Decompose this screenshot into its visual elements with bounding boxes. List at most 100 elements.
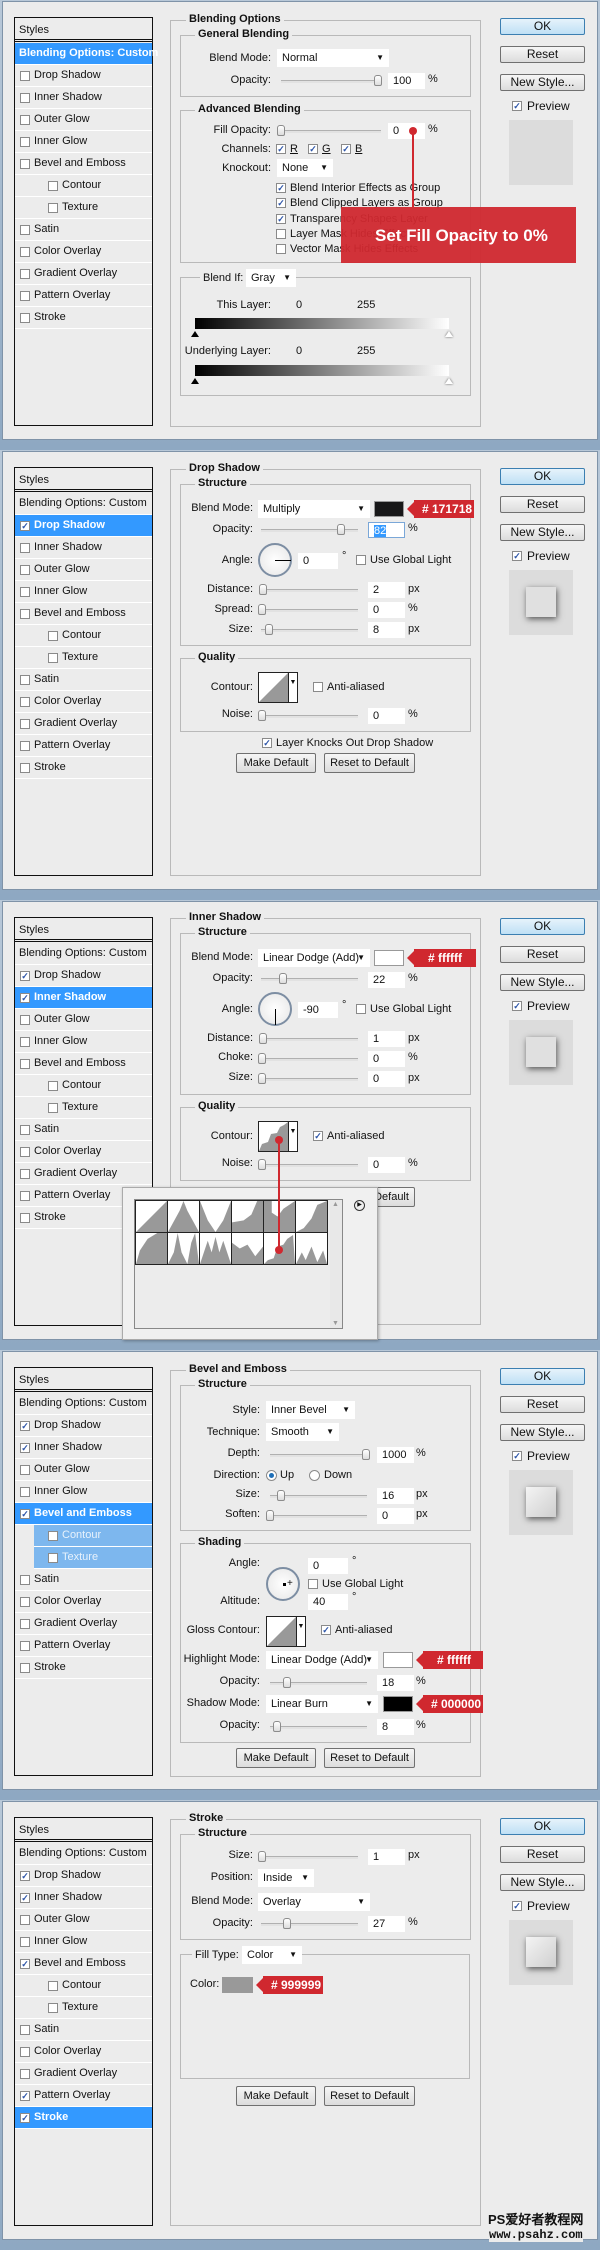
style-checkbox[interactable] — [48, 203, 58, 213]
style-checkbox[interactable] — [20, 1641, 30, 1651]
style-item-contour[interactable]: Contour — [15, 175, 152, 197]
choke-slider-thumb[interactable] — [258, 1053, 266, 1064]
ok-button[interactable]: OK — [500, 918, 585, 935]
style-checkbox[interactable] — [48, 1081, 58, 1091]
opacity-input[interactable]: 22 — [368, 972, 405, 988]
style-item-blending-options-custom[interactable]: Blending Options: Custom — [15, 1393, 152, 1415]
style-item-texture[interactable]: Texture — [15, 1097, 152, 1119]
shadow-color-swatch[interactable] — [374, 950, 404, 966]
style-checkbox[interactable] — [20, 1015, 30, 1025]
noise-slider[interactable] — [261, 715, 358, 718]
highlight-mode-select[interactable]: Linear Dodge (Add) ▼ — [266, 1651, 378, 1669]
style-item-inner-glow[interactable]: Inner Glow — [15, 1481, 152, 1503]
ok-button[interactable]: OK — [500, 468, 585, 485]
use-global-light-checkbox[interactable] — [356, 555, 366, 565]
style-item-satin[interactable]: Satin — [15, 2019, 152, 2041]
new-style-button[interactable]: New Style... — [500, 524, 585, 541]
style-item-outer-glow[interactable]: Outer Glow — [15, 109, 152, 131]
style-checkbox[interactable] — [20, 291, 30, 301]
style-select[interactable]: Inner Bevel ▼ — [266, 1401, 355, 1419]
angle-input[interactable]: 0 — [298, 553, 338, 569]
style-item-outer-glow[interactable]: Outer Glow — [15, 1009, 152, 1031]
presets-scrollbar[interactable]: ▲ ▼ — [330, 1200, 342, 1328]
fill-opacity-input[interactable]: 0 — [388, 123, 425, 139]
distance-slider-thumb[interactable] — [259, 584, 267, 595]
contour-preset[interactable] — [167, 1232, 200, 1265]
reset-to-default-button[interactable]: Reset to Default — [324, 1748, 415, 1768]
spread-input[interactable]: 0 — [368, 602, 405, 618]
style-item-pattern-overlay[interactable]: Pattern Overlay — [15, 285, 152, 307]
size-slider-thumb[interactable] — [258, 1851, 266, 1862]
new-style-button[interactable]: New Style... — [500, 1424, 585, 1441]
style-checkbox[interactable] — [48, 1981, 58, 1991]
style-checkbox[interactable] — [20, 1915, 30, 1925]
preview-checkbox[interactable]: ✓ — [512, 551, 522, 561]
style-checkbox[interactable] — [20, 1487, 30, 1497]
channel-r-checkbox[interactable]: ✓ — [276, 144, 286, 154]
shadow-color-swatch[interactable] — [374, 501, 404, 517]
style-item-drop-shadow[interactable]: ✓ Drop Shadow — [15, 515, 152, 537]
style-checkbox[interactable] — [48, 2003, 58, 2013]
style-checkbox[interactable] — [48, 653, 58, 663]
altitude-input[interactable]: 40 — [308, 1594, 348, 1610]
distance-slider[interactable] — [261, 589, 358, 592]
style-item-gradient-overlay[interactable]: Gradient Overlay — [15, 2063, 152, 2085]
style-item-bevel-and-emboss[interactable]: Bevel and Emboss — [15, 603, 152, 625]
vector-mask-hides-checkbox[interactable] — [276, 244, 286, 254]
style-checkbox[interactable]: ✓ — [20, 1443, 30, 1453]
contour-preset[interactable] — [199, 1200, 232, 1233]
fill-opacity-slider-thumb[interactable] — [277, 125, 285, 136]
distance-slider[interactable] — [261, 1038, 358, 1041]
spread-slider[interactable] — [261, 609, 358, 612]
style-checkbox[interactable] — [20, 1465, 30, 1475]
angle-input[interactable]: -90 — [298, 1002, 338, 1018]
style-item-inner-glow[interactable]: Inner Glow — [15, 131, 152, 153]
fill-type-select[interactable]: Color ▼ — [242, 1946, 302, 1964]
new-style-button[interactable]: New Style... — [500, 74, 585, 91]
choke-slider[interactable] — [261, 1058, 358, 1061]
channel-g-checkbox[interactable]: ✓ — [308, 144, 318, 154]
style-item-inner-shadow[interactable]: Inner Shadow — [15, 87, 152, 109]
size-slider[interactable] — [261, 629, 358, 632]
blend-if-select[interactable]: Gray ▼ — [246, 269, 296, 287]
style-checkbox[interactable] — [20, 137, 30, 147]
transparency-shapes-checkbox[interactable]: ✓ — [276, 214, 286, 224]
contour-preset[interactable] — [295, 1232, 328, 1265]
style-item-bevel-and-emboss[interactable]: Bevel and Emboss — [15, 1053, 152, 1075]
flyout-menu-icon[interactable]: ▶ — [354, 1200, 365, 1211]
preview-checkbox[interactable]: ✓ — [512, 1451, 522, 1461]
style-checkbox[interactable] — [20, 1169, 30, 1179]
use-global-light-checkbox[interactable] — [356, 1004, 366, 1014]
style-item-stroke[interactable]: ✓ Stroke — [15, 2107, 152, 2129]
style-checkbox[interactable]: ✓ — [20, 971, 30, 981]
make-default-button[interactable]: Make Default — [236, 753, 316, 773]
style-item-inner-shadow[interactable]: ✓ Inner Shadow — [15, 1437, 152, 1459]
style-item-outer-glow[interactable]: Outer Glow — [15, 1909, 152, 1931]
style-checkbox[interactable] — [20, 587, 30, 597]
style-checkbox[interactable] — [20, 1597, 30, 1607]
preview-checkbox[interactable]: ✓ — [512, 1901, 522, 1911]
contour-picker[interactable]: ▼ — [258, 672, 298, 703]
style-item-pattern-overlay[interactable]: Pattern Overlay — [15, 735, 152, 757]
size-slider-thumb[interactable] — [258, 1073, 266, 1084]
new-style-button[interactable]: New Style... — [500, 1874, 585, 1891]
style-checkbox[interactable] — [48, 631, 58, 641]
style-item-bevel-and-emboss[interactable]: ✓ Bevel and Emboss — [15, 1953, 152, 1975]
style-item-drop-shadow[interactable]: ✓ Drop Shadow — [15, 1415, 152, 1437]
style-checkbox[interactable] — [20, 2025, 30, 2035]
style-checkbox[interactable] — [20, 1059, 30, 1069]
angle-dial[interactable]: + — [266, 1567, 300, 1601]
style-checkbox[interactable]: ✓ — [20, 2113, 30, 2123]
depth-slider-thumb[interactable] — [362, 1449, 370, 1460]
style-checkbox[interactable] — [20, 1937, 30, 1947]
style-item-blending-options-custom[interactable]: Blending Options: Custom — [15, 43, 158, 65]
preview-checkbox[interactable]: ✓ — [512, 101, 522, 111]
opacity-slider[interactable] — [261, 1923, 358, 1926]
layer-mask-hides-checkbox[interactable] — [276, 229, 286, 239]
distance-input[interactable]: 2 — [368, 582, 405, 598]
style-item-texture[interactable]: Texture — [34, 1547, 152, 1569]
direction-up-radio[interactable] — [266, 1470, 277, 1481]
shadow-mode-select[interactable]: Linear Burn ▼ — [266, 1695, 378, 1713]
channel-b-checkbox[interactable]: ✓ — [341, 144, 351, 154]
opacity-input[interactable]: 82 — [368, 522, 405, 538]
